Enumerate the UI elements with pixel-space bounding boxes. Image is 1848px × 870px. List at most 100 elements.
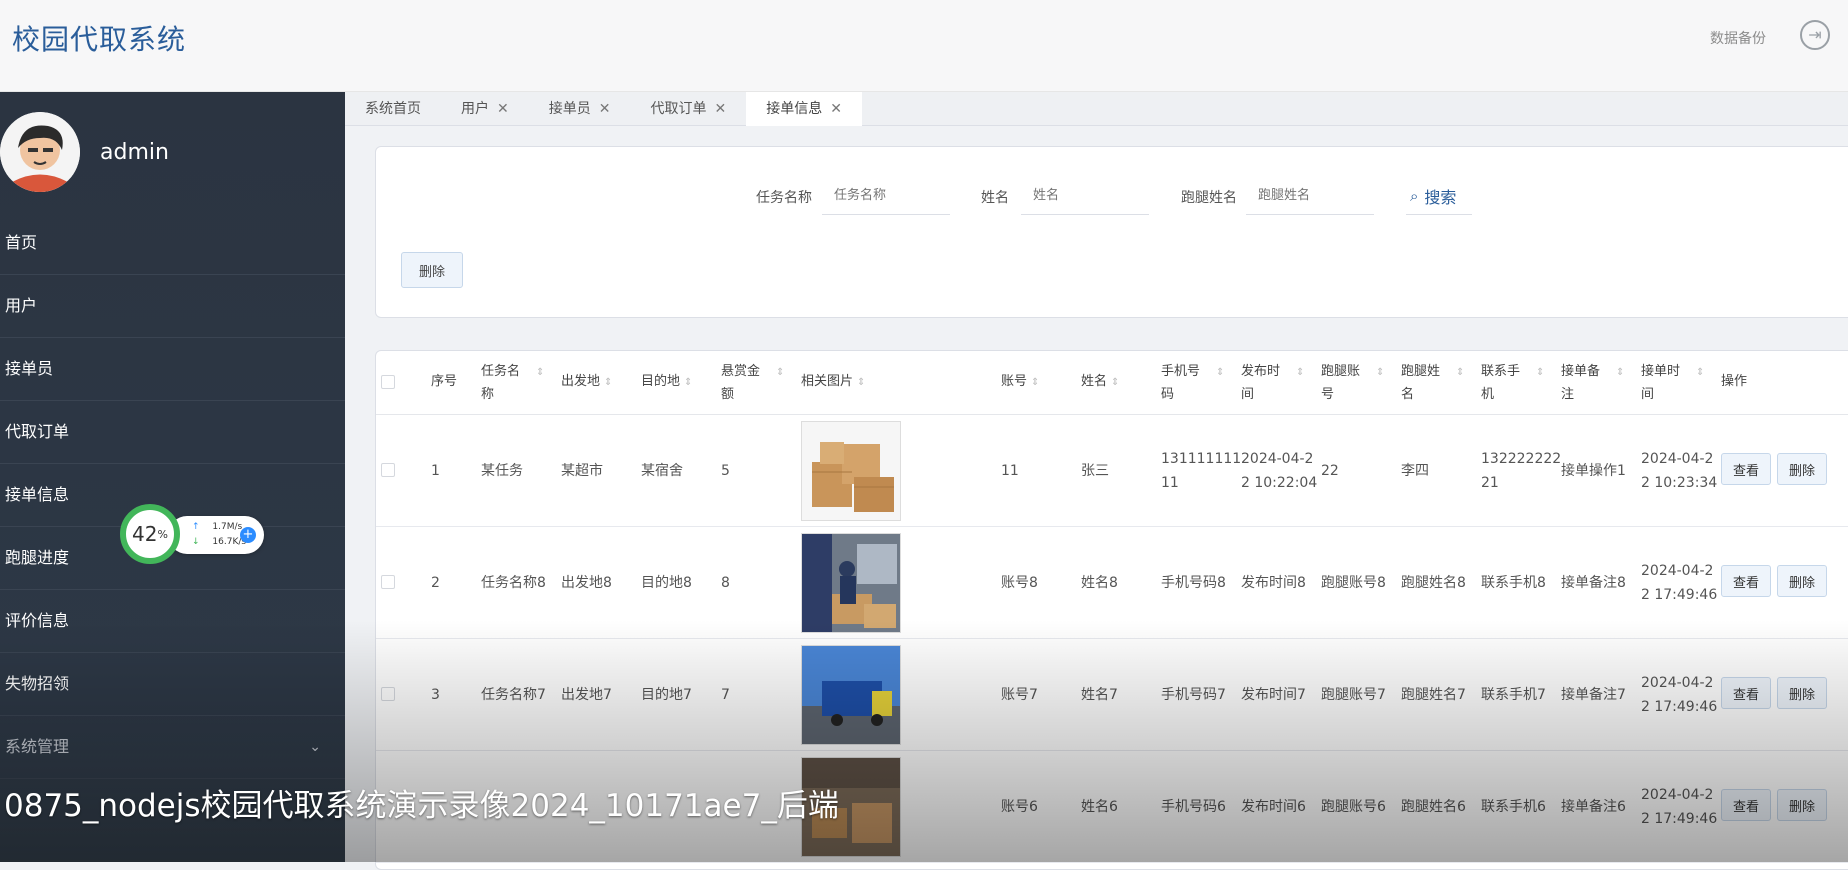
cell-origin: 出发地7 [561,687,612,703]
tab-accept-info[interactable]: 接单信息 ✕ [746,92,862,126]
close-icon[interactable]: ✕ [497,92,509,126]
header-accept-time[interactable]: 接单时 ⇕ 间 [1641,361,1704,406]
cell-name: 张三 [1081,463,1109,479]
delivery-truck-image[interactable] [801,645,901,745]
data-backup-link[interactable]: 数据备份 [1710,28,1766,48]
row-checkbox[interactable] [381,687,395,701]
close-icon[interactable]: ✕ [830,92,842,126]
select-all-checkbox[interactable] [381,375,395,389]
header-phone[interactable]: 手机号 ⇕ 码 [1161,361,1224,406]
cell-index: 1 [431,463,440,479]
cell-reward: 8 [721,575,730,591]
plus-icon[interactable]: + [240,527,256,543]
header-contact[interactable]: 联系手 ⇕ 机 [1481,361,1544,406]
cell-accept-time: 2024-04-2 2 17:49:46 [1641,675,1718,715]
sort-icon: ⇕ [857,377,866,388]
search-icon: ⌕ [1410,186,1419,205]
row-checkbox[interactable] [381,575,395,589]
view-button[interactable]: 查看 [1721,789,1771,821]
header-ops: 操作 [1721,374,1748,389]
cell-remark: 接单备注6 [1561,799,1626,815]
speed-pill: ↑ 1.7M/s ↓ 16.7K/s + [168,516,264,554]
network-speed-widget[interactable]: ↑ 1.7M/s ↓ 16.7K/s + 42% [120,504,265,564]
cell-index: 2 [431,575,440,591]
bulk-delete-button[interactable]: 删除 [401,252,463,288]
header-task-name[interactable]: 任务名 ⇕ 称 [481,361,544,406]
cell-contact: 132222222 21 [1481,451,1562,491]
name-input[interactable] [1021,177,1149,215]
sidebar-item-couriers[interactable]: 接单员 [0,338,345,401]
cardboard-boxes-image[interactable] [801,421,901,521]
close-icon[interactable]: ✕ [599,92,611,126]
header-publish-time[interactable]: 发布时 ⇕ 间 [1241,361,1304,406]
cell-phone: 手机号码8 [1161,575,1226,591]
tab-orders[interactable]: 代取订单 ✕ [630,92,746,126]
profile: admin [0,92,345,212]
cell-contact: 联系手机8 [1481,575,1546,591]
logout-button[interactable]: ⇥ [1800,20,1830,50]
video-caption: 0875_nodejs校园代取系统演示录像2024_10171ae7_后端 [4,788,839,824]
cell-remark: 接单备注8 [1561,575,1626,591]
cell-runner-name: 李四 [1401,463,1429,479]
header-image[interactable]: 相关图片 ⇕ [801,371,865,394]
sidebar-item-home[interactable]: 首页 [0,212,345,275]
tab-couriers[interactable]: 接单员 ✕ [529,92,631,126]
view-button[interactable]: 查看 [1721,677,1771,709]
header-name[interactable]: 姓名 ⇕ [1081,371,1119,394]
cell-remark: 接单操作1 [1561,463,1626,479]
app-title: 校园代取系统 [12,23,187,56]
cell-phone: 手机号码7 [1161,687,1226,703]
header-origin[interactable]: 出发地 ⇕ [561,371,612,394]
row-checkbox[interactable] [381,463,395,477]
search-button[interactable]: ⌕ 搜索 [1406,177,1472,215]
cell-account: 账号8 [1001,575,1038,591]
upload-speed: 1.7M/s [212,522,243,532]
cell-task: 任务名称8 [481,575,546,591]
header-runner-name[interactable]: 跑腿姓 ⇕ 名 [1401,361,1464,406]
cell-accept-time: 2024-04-2 2 17:49:46 [1641,563,1718,603]
search-panel: 任务名称 姓名 跑腿姓名 ⌕ 搜索 删除 [375,146,1848,318]
runner-name-input[interactable] [1246,177,1374,215]
delete-button[interactable]: 删除 [1777,677,1827,709]
cell-runner-account: 跑腿账号7 [1321,687,1386,703]
logout-icon: ⇥ [1808,27,1822,44]
header-destination[interactable]: 目的地 ⇕ [641,371,692,394]
header-account[interactable]: 账号 ⇕ [1001,371,1039,394]
sort-icon: ⇕ [1456,367,1465,378]
sort-icon: ⇕ [1616,367,1625,378]
cell-account: 账号7 [1001,687,1038,703]
view-button[interactable]: 查看 [1721,565,1771,597]
sort-icon: ⇕ [1376,367,1385,378]
tab-users[interactable]: 用户 ✕ [441,92,529,126]
sidebar-item-orders[interactable]: 代取订单 [0,401,345,464]
cell-name: 姓名8 [1081,575,1118,591]
delete-button[interactable]: 删除 [1777,453,1827,485]
sort-icon: ⇕ [1696,367,1705,378]
cell-phone: 手机号码6 [1161,799,1226,815]
avatar[interactable] [0,112,80,192]
cell-publish-time: 发布时间8 [1241,575,1306,591]
header-reward[interactable]: 悬赏金 ⇕ 额 [721,361,784,406]
delete-button[interactable]: 删除 [1777,565,1827,597]
delete-button[interactable]: 删除 [1777,789,1827,821]
cell-runner-account: 跑腿账号6 [1321,799,1386,815]
sidebar-item-system[interactable]: 系统管理 ⌄ [0,716,345,779]
cell-destination: 目的地7 [641,687,692,703]
cell-runner-account: 跑腿账号8 [1321,575,1386,591]
close-icon[interactable]: ✕ [714,92,726,126]
tab-home[interactable]: 系统首页 [345,92,441,126]
cell-reward: 5 [721,463,730,479]
table-row: 3 任务名称7 出发地7 目的地7 7 账号7 姓名7 手机号码7 发布时间7 … [376,639,1848,751]
view-button[interactable]: 查看 [1721,453,1771,485]
task-name-input[interactable] [822,177,950,215]
cell-task: 任务名称7 [481,687,546,703]
header-runner-account[interactable]: 跑腿账 ⇕ 号 [1321,361,1384,406]
cell-publish-time: 发布时间6 [1241,799,1306,815]
table-row: 2 任务名称8 出发地8 目的地8 8 账号8 姓名8 手机号码8 发布时间8 … [376,527,1848,639]
header-remark[interactable]: 接单备 ⇕ 注 [1561,361,1624,406]
upload-arrow-icon: ↑ [192,522,200,532]
couriers-packages-image[interactable] [801,533,901,633]
sidebar-item-users[interactable]: 用户 [0,275,345,338]
sidebar-item-lost-found[interactable]: 失物招领 [0,653,345,716]
sidebar-item-reviews[interactable]: 评价信息 [0,590,345,653]
